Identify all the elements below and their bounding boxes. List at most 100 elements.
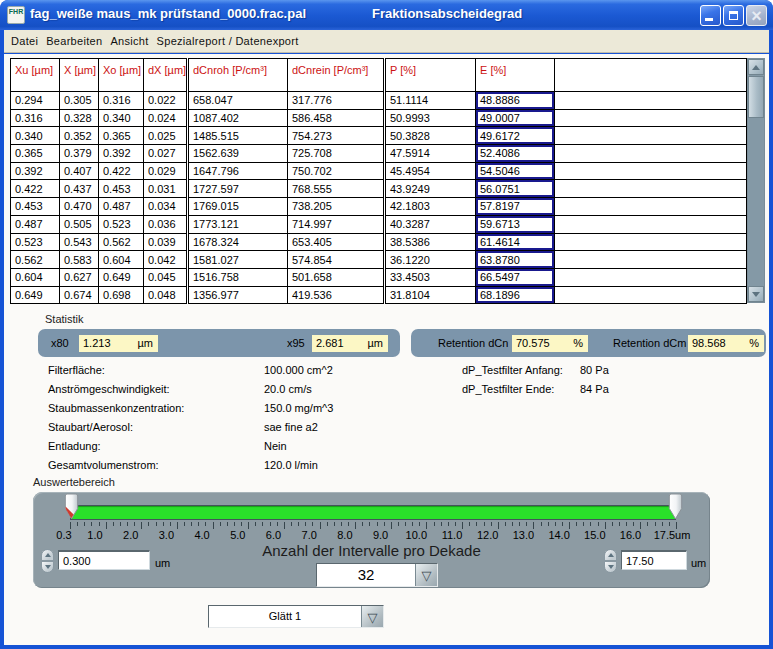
table-cell[interactable]: 0.027 (144, 145, 188, 163)
table-cell[interactable]: 1647.796 (188, 162, 288, 180)
table-cell[interactable]: 0.316 (11, 109, 60, 127)
table-cell[interactable]: 0.453 (99, 180, 144, 198)
table-cell[interactable]: 0.543 (60, 233, 99, 251)
table-cell[interactable]: 0.407 (60, 162, 99, 180)
table-cell[interactable]: 574.854 (288, 251, 385, 269)
table-cell[interactable]: 47.5914 (385, 145, 476, 163)
table-cell[interactable]: 1356.977 (188, 286, 288, 304)
table-cell[interactable]: 0.045 (144, 268, 188, 286)
table-cell[interactable]: 1769.015 (188, 198, 288, 216)
table-cell[interactable]: 0.583 (60, 251, 99, 269)
table-cell[interactable]: 0.024 (144, 109, 188, 127)
table-cell[interactable]: 0.392 (11, 162, 60, 180)
range-slider-track[interactable] (70, 505, 676, 520)
table-cell[interactable]: 42.1803 (385, 198, 476, 216)
table-cell[interactable]: 0.328 (60, 109, 99, 127)
range-slider-max-handle[interactable] (667, 493, 684, 520)
table-cell[interactable]: 0.352 (60, 127, 99, 145)
table-cell[interactable]: 725.708 (288, 145, 385, 163)
table-cell[interactable]: 0.649 (11, 286, 60, 304)
table-cell[interactable]: 653.405 (288, 233, 385, 251)
table-cell[interactable]: 0.487 (11, 215, 60, 233)
table-cell[interactable]: 501.658 (288, 268, 385, 286)
table-cell[interactable]: 0.379 (60, 145, 99, 163)
table-cell[interactable]: 0.305 (60, 92, 99, 110)
table-cell[interactable]: 714.997 (288, 215, 385, 233)
minimize-button[interactable] (700, 5, 721, 26)
table-cell[interactable]: 49.0007 (476, 109, 555, 127)
table-cell[interactable]: 63.8780 (476, 251, 555, 269)
table-cell[interactable]: 0.487 (99, 198, 144, 216)
table-cell[interactable]: 43.9249 (385, 180, 476, 198)
table-cell[interactable]: 317.776 (288, 92, 385, 110)
table-cell[interactable]: 54.5046 (476, 162, 555, 180)
table-cell[interactable]: 51.1114 (385, 92, 476, 110)
table-cell[interactable]: 738.205 (288, 198, 385, 216)
table-cell[interactable]: 68.1896 (476, 286, 555, 304)
table-cell[interactable]: 0.042 (144, 251, 188, 269)
table-cell[interactable]: 768.555 (288, 180, 385, 198)
table-cell[interactable]: 31.8104 (385, 286, 476, 304)
menu-item-ansicht[interactable]: Ansicht (106, 35, 152, 47)
table-cell[interactable]: 0.036 (144, 215, 188, 233)
scrollbar-thumb[interactable] (748, 76, 764, 118)
intervals-dropdown[interactable]: 32 ▽ (316, 563, 438, 587)
table-cell[interactable]: 0.365 (99, 127, 144, 145)
table-cell[interactable]: 0.048 (144, 286, 188, 304)
scroll-up-button[interactable] (748, 59, 764, 75)
table-cell[interactable]: 1727.597 (188, 180, 288, 198)
table-cell[interactable]: 48.8886 (476, 92, 555, 110)
table-cell[interactable]: 0.392 (99, 145, 144, 163)
table-cell[interactable]: 754.273 (288, 127, 385, 145)
table-cell[interactable]: 66.5497 (476, 268, 555, 286)
table-cell[interactable]: 45.4954 (385, 162, 476, 180)
table-cell[interactable]: 658.047 (188, 92, 288, 110)
table-cell[interactable]: 59.6713 (476, 215, 555, 233)
table-cell[interactable]: 57.8197 (476, 198, 555, 216)
table-cell[interactable]: 1562.639 (188, 145, 288, 163)
table-cell[interactable]: 50.3828 (385, 127, 476, 145)
table-cell[interactable]: 0.604 (99, 251, 144, 269)
table-cell[interactable]: 0.340 (99, 109, 144, 127)
table-cell[interactable]: 0.340 (11, 127, 60, 145)
table-cell[interactable]: 36.1220 (385, 251, 476, 269)
table-cell[interactable]: 0.365 (11, 145, 60, 163)
table-cell[interactable]: 1678.324 (188, 233, 288, 251)
table-cell[interactable]: 0.505 (60, 215, 99, 233)
table-cell[interactable]: 0.523 (99, 215, 144, 233)
table-cell[interactable]: 0.470 (60, 198, 99, 216)
table-cell[interactable]: 0.453 (11, 198, 60, 216)
table-cell[interactable]: 38.5386 (385, 233, 476, 251)
table-cell[interactable]: 33.4503 (385, 268, 476, 286)
table-cell[interactable]: 419.536 (288, 286, 385, 304)
table-cell[interactable]: 1087.402 (188, 109, 288, 127)
table-cell[interactable]: 0.698 (99, 286, 144, 304)
table-cell[interactable]: 52.4086 (476, 145, 555, 163)
table-cell[interactable]: 1581.027 (188, 251, 288, 269)
table-cell[interactable]: 0.294 (11, 92, 60, 110)
table-cell[interactable]: 0.031 (144, 180, 188, 198)
table-cell[interactable]: 0.437 (60, 180, 99, 198)
table-cell[interactable]: 0.039 (144, 233, 188, 251)
table-cell[interactable]: 0.604 (11, 268, 60, 286)
table-cell[interactable]: 0.422 (99, 162, 144, 180)
table-cell[interactable]: 586.458 (288, 109, 385, 127)
close-button[interactable]: × (746, 5, 767, 26)
menu-item-spezialreport-datenexport[interactable]: Spezialreport / Datenexport (153, 35, 303, 47)
table-cell[interactable]: 0.029 (144, 162, 188, 180)
table-cell[interactable]: 56.0751 (476, 180, 555, 198)
restore-button[interactable] (723, 5, 744, 26)
table-cell[interactable]: 0.674 (60, 286, 99, 304)
range-slider-min-handle[interactable] (63, 493, 80, 520)
menu-item-datei[interactable]: Datei (7, 35, 42, 47)
table-cell[interactable]: 1773.121 (188, 215, 288, 233)
table-cell[interactable]: 0.562 (99, 233, 144, 251)
table-cell[interactable]: 61.4614 (476, 233, 555, 251)
table-cell[interactable]: 50.9993 (385, 109, 476, 127)
table-cell[interactable]: 0.562 (11, 251, 60, 269)
table-cell[interactable]: 750.702 (288, 162, 385, 180)
table-cell[interactable]: 1516.758 (188, 268, 288, 286)
table-cell[interactable]: 40.3287 (385, 215, 476, 233)
table-cell[interactable]: 0.025 (144, 127, 188, 145)
min-spin-down[interactable] (41, 561, 54, 573)
